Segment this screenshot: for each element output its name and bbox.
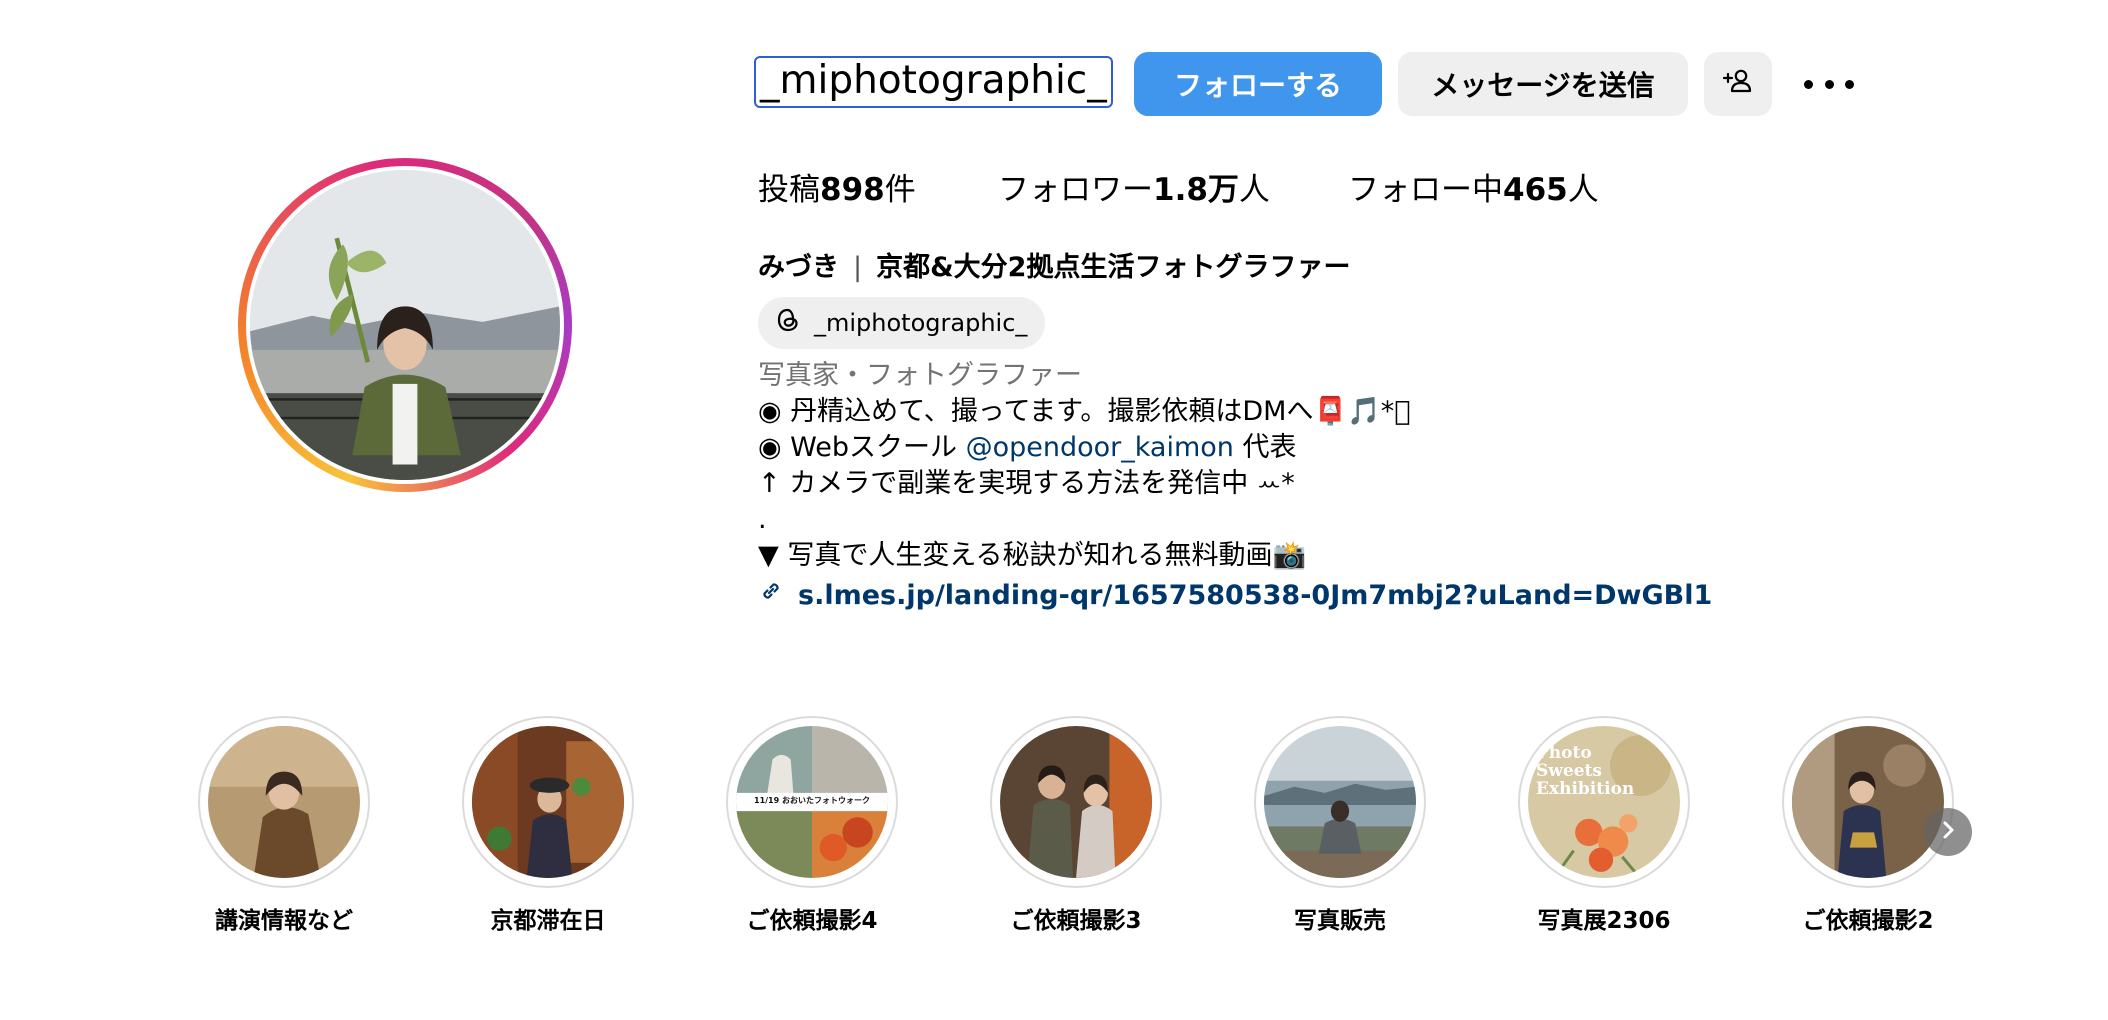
link-icon (758, 578, 784, 614)
story-highlight[interactable]: ご依頼撮影2 (1782, 716, 1954, 934)
send-message-button[interactable]: メッセージを送信 (1398, 52, 1688, 116)
external-link[interactable]: s.lmes.jp/landing-qr/1657580538-0Jm7mbj2… (758, 578, 1712, 614)
highlight-cover (1264, 726, 1416, 878)
profile-avatar-story-ring[interactable] (238, 158, 572, 492)
profile-category: 写真家・フォトグラファー (758, 360, 1082, 391)
bio-line: ◉ 丹精込めて、撮ってます。撮影依頼はDMへ📮🎵*ﾟ (758, 396, 1411, 427)
highlight-label: 講演情報など (215, 908, 353, 934)
highlight-label: ご依頼撮影4 (746, 908, 878, 934)
add-user-icon (1721, 64, 1755, 105)
chevron-right-icon (1937, 819, 1959, 845)
follow-button[interactable]: フォローする (1134, 52, 1382, 116)
bio-line: ◉ Webスクール @opendoor_kaimon 代表 (758, 432, 1297, 463)
followers-link[interactable]: フォロワー1.8万人 (998, 170, 1270, 210)
highlight-cover: Photo Sweets Exhibition (1528, 726, 1680, 878)
bio-line: . (758, 504, 767, 535)
highlight-label: ご依頼撮影2 (1802, 908, 1934, 934)
following-link[interactable]: フォロー中465人 (1348, 170, 1599, 210)
threads-handle: _miphotographic_ (814, 309, 1028, 337)
bio: 写真家・フォトグラファー ◉ 丹精込めて、撮ってます。撮影依頼はDMへ📮🎵*ﾟ … (758, 358, 1410, 574)
posts-count: 投稿898件 (758, 172, 916, 208)
suggested-users-button[interactable] (1704, 52, 1772, 116)
threads-icon (772, 304, 804, 342)
profile-name-line: みづき | 京都&大分2拠点生活フォトグラファー (758, 250, 1350, 286)
highlights-next-button[interactable] (1924, 808, 1972, 856)
highlight-label: 写真販売 (1294, 908, 1386, 934)
profile-headline: 京都&大分2拠点生活フォトグラファー (876, 252, 1351, 283)
story-highlight[interactable]: 京都滞在日 (462, 716, 634, 934)
highlight-overlay-text: 11/19 おおいたフォトウォーク (754, 796, 870, 806)
highlight-cover (208, 726, 360, 878)
mention-link[interactable]: @opendoor_kaimon (966, 432, 1234, 463)
highlight-label: ご依頼撮影3 (1010, 908, 1142, 934)
highlight-overlay-text: Photo Sweets Exhibition (1536, 743, 1635, 799)
story-highlight[interactable]: 講演情報など (198, 716, 370, 934)
bio-line: ↑ カメラで副業を実現する方法を発信中 ꕀ* (758, 468, 1295, 499)
bio-line: ▼ 写真で人生変える秘訣が知れる無料動画📸 (758, 540, 1307, 571)
highlight-cover (1792, 726, 1944, 878)
highlight-label: 京都滞在日 (490, 908, 606, 934)
story-highlight[interactable]: ご依頼撮影3 (990, 716, 1162, 934)
external-link-text: s.lmes.jp/landing-qr/1657580538-0Jm7mbj2… (798, 580, 1713, 611)
threads-profile-link[interactable]: _miphotographic_ (758, 297, 1046, 349)
highlight-cover (1000, 726, 1152, 878)
story-highlight[interactable]: 11/19 おおいたフォトウォーク ご依頼撮影4 (726, 716, 898, 934)
more-options-icon[interactable] (1804, 64, 1854, 104)
name-separator: | (853, 252, 863, 283)
display-name: みづき (758, 252, 839, 283)
story-highlight[interactable]: Photo Sweets Exhibition 写真展2306 (1518, 716, 1690, 934)
username-heading[interactable]: _miphotographic_ (754, 56, 1113, 108)
highlight-label: 写真展2306 (1537, 908, 1671, 934)
highlight-cover: 11/19 おおいたフォトウォーク (736, 726, 888, 878)
highlight-cover (472, 726, 624, 878)
avatar (250, 170, 560, 480)
story-highlight[interactable]: 写真販売 (1254, 716, 1426, 934)
